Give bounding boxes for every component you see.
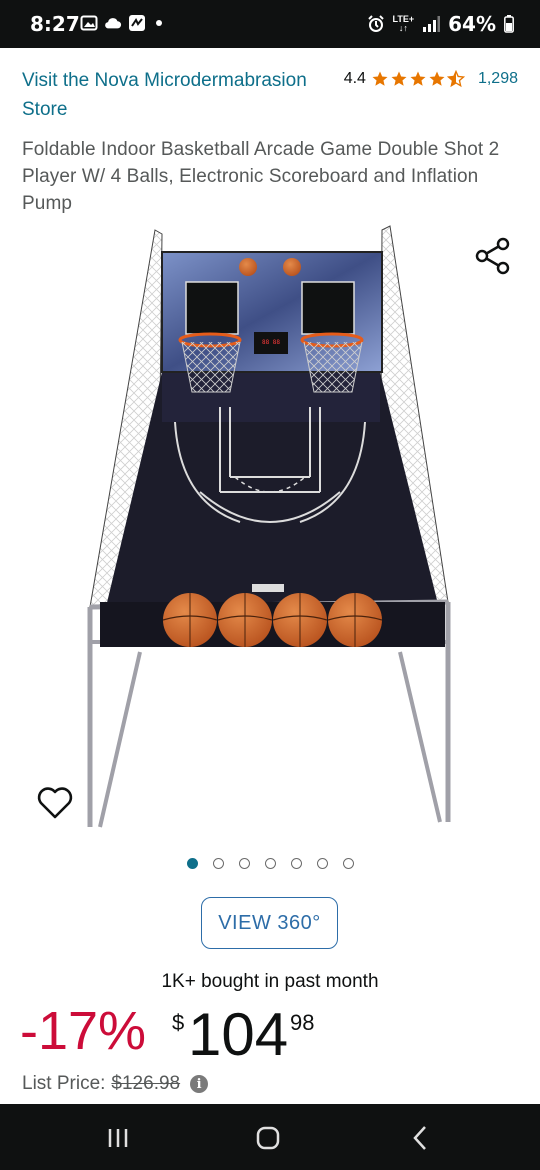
recent-apps-button[interactable] xyxy=(98,1122,138,1154)
view-360-button[interactable]: VIEW 360° xyxy=(201,897,338,949)
app-notification-icon xyxy=(129,15,145,31)
star-full-icon xyxy=(372,71,388,86)
back-icon xyxy=(413,1126,426,1150)
home-icon xyxy=(256,1126,280,1150)
price-whole: 104 xyxy=(188,1001,289,1068)
cloud-icon xyxy=(105,18,122,29)
bought-in-past-month: 1K+ bought in past month xyxy=(161,971,379,992)
network-type: LTE+ ↓↑ xyxy=(392,14,415,33)
rating-count: 1,298 xyxy=(477,70,518,87)
notification-icons xyxy=(80,14,162,32)
home-button[interactable] xyxy=(248,1122,288,1154)
share-icon[interactable] xyxy=(474,236,512,276)
carousel-dot[interactable] xyxy=(238,858,250,869)
carousel-dot[interactable] xyxy=(264,858,276,869)
product-image[interactable]: 88 88 xyxy=(80,222,460,832)
gallery-icon xyxy=(80,15,98,31)
signal-icon xyxy=(423,16,441,32)
image-carousel-dots xyxy=(0,858,540,869)
more-notifications-dot xyxy=(156,20,162,26)
carousel-dot[interactable] xyxy=(316,858,328,869)
store-link[interactable]: Visit the Nova Microdermabrasion Store xyxy=(22,66,322,124)
back-button[interactable] xyxy=(400,1122,440,1154)
system-navigation-bar xyxy=(0,1104,540,1170)
clock: 8:27 xyxy=(30,12,80,36)
list-price-value: $126.98 xyxy=(111,1073,181,1094)
list-price-label: List Price: xyxy=(22,1073,106,1094)
rating-value: 4.4 xyxy=(343,70,366,87)
carousel-dot[interactable] xyxy=(212,858,224,869)
alarm-icon xyxy=(367,15,384,32)
star-rating xyxy=(371,70,465,88)
star-full-icon xyxy=(391,71,407,86)
carousel-dot[interactable] xyxy=(342,858,354,869)
battery-percent: 64% xyxy=(448,12,496,36)
carousel-dot[interactable] xyxy=(290,858,302,869)
star-full-icon xyxy=(410,71,426,86)
carousel-dot[interactable] xyxy=(186,858,198,869)
star-half-icon xyxy=(446,70,465,88)
product-title: Foldable Indoor Basketball Arcade Game D… xyxy=(22,139,500,214)
battery-icon xyxy=(504,15,514,33)
rating-summary[interactable]: 4.4 1,298 xyxy=(344,70,518,88)
info-icon[interactable]: i xyxy=(190,1075,209,1093)
recent-apps-icon xyxy=(108,1129,128,1147)
star-full-icon xyxy=(429,71,445,86)
svg-text:88 88: 88 88 xyxy=(262,339,280,346)
status-bar: 8:27 LTE+ ↓↑ 64% xyxy=(0,0,540,48)
system-icons: LTE+ ↓↑ 64% xyxy=(367,12,514,36)
list-price: List Price: $126.98 i xyxy=(22,1073,209,1095)
price-currency-symbol: $ xyxy=(172,1010,185,1035)
price-fraction: 98 xyxy=(290,1010,315,1035)
discount-percent: -17% xyxy=(20,1001,147,1061)
heart-icon[interactable] xyxy=(36,785,74,821)
